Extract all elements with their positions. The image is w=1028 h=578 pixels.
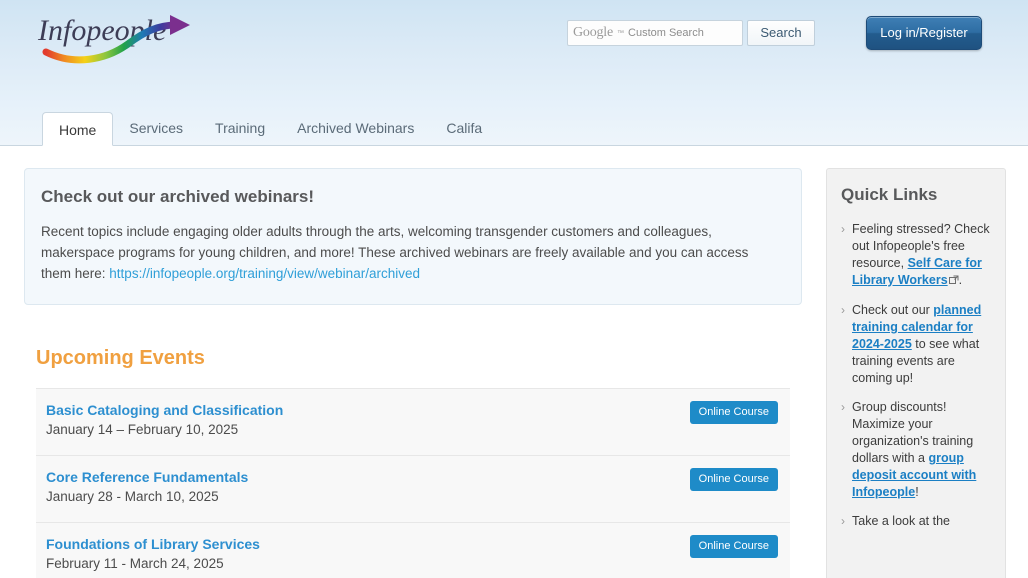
chevron-right-icon: › (841, 303, 845, 317)
event-date: January 14 – February 10, 2025 (46, 422, 239, 437)
google-wordmark: Google (573, 25, 614, 40)
event-title-link[interactable]: Basic Cataloging and Classification (46, 402, 283, 418)
quick-link-text: Check out our planned training calendar … (852, 302, 993, 387)
sidebar: Quick Links › Feeling stressed? Check ou… (826, 168, 1006, 578)
quick-link-item: › Take a look at the (841, 513, 993, 530)
event-row: Basic Cataloging and Classification Janu… (36, 388, 790, 455)
quick-link-prefix: Take a look at the (852, 514, 950, 528)
event-title-link[interactable]: Foundations of Library Services (46, 536, 260, 552)
event-date: February 11 - March 24, 2025 (46, 556, 224, 571)
chevron-right-icon: › (841, 514, 845, 528)
event-title-link[interactable]: Core Reference Fundamentals (46, 469, 248, 485)
quick-link-item: › Feeling stressed? Check out Infopeople… (841, 221, 993, 290)
quick-link-text: Take a look at the (852, 513, 950, 530)
trademark-symbol: ™ (617, 29, 625, 37)
tab-archived-webinars[interactable]: Archived Webinars (281, 111, 430, 145)
event-row: Foundations of Library Services February… (36, 522, 790, 578)
site-header: Infopeople Google ™ Custom Search Search … (0, 0, 1028, 104)
quick-link-item: › Group discounts! Maximize your organiz… (841, 399, 993, 501)
main-content: Check out our archived webinars! Recent … (24, 168, 802, 578)
event-date: January 28 - March 10, 2025 (46, 489, 219, 504)
tab-training[interactable]: Training (199, 111, 281, 145)
main-navigation: Home Services Training Archived Webinars… (0, 104, 1028, 146)
quick-links-panel: Quick Links › Feeling stressed? Check ou… (826, 168, 1006, 578)
tab-home[interactable]: Home (42, 112, 114, 146)
chevron-right-icon: › (841, 400, 845, 414)
quick-link-prefix: Check out our (852, 303, 934, 317)
banner-title: Check out our archived webinars! (41, 187, 315, 206)
upcoming-events-heading: Upcoming Events (36, 347, 205, 369)
external-link-icon (948, 273, 959, 290)
infopeople-logo[interactable]: Infopeople (36, 8, 206, 70)
tab-services[interactable]: Services (113, 111, 199, 145)
quick-links-heading: Quick Links (841, 185, 938, 204)
event-format-badge[interactable]: Online Course (689, 535, 778, 558)
event-format-badge[interactable]: Online Course (689, 401, 778, 424)
search-input[interactable]: Google ™ Custom Search (567, 20, 743, 46)
search-form: Google ™ Custom Search Search (567, 20, 815, 46)
quick-link-text: Feeling stressed? Check out Infopeople's… (852, 221, 993, 290)
page-body: Check out our archived webinars! Recent … (0, 146, 1028, 578)
quick-link-suffix: ! (915, 485, 919, 499)
quick-link-text: Group discounts! Maximize your organizat… (852, 399, 993, 501)
archived-webinars-banner: Check out our archived webinars! Recent … (24, 168, 802, 305)
banner-body: Recent topics include engaging older adu… (41, 221, 779, 284)
event-row: Core Reference Fundamentals January 28 -… (36, 455, 790, 522)
login-register-button[interactable]: Log in/Register (866, 16, 982, 50)
quick-link-item: › Check out our planned training calenda… (841, 302, 993, 387)
search-button[interactable]: Search (747, 20, 815, 46)
tab-califa[interactable]: Califa (430, 111, 498, 145)
event-format-badge[interactable]: Online Course (689, 468, 778, 491)
search-placeholder-text: Custom Search (628, 27, 704, 39)
quick-link-suffix: . (958, 273, 963, 287)
chevron-right-icon: › (841, 222, 845, 236)
events-list: Basic Cataloging and Classification Janu… (36, 388, 790, 578)
archived-webinars-link[interactable]: https://infopeople.org/training/view/web… (109, 266, 420, 281)
